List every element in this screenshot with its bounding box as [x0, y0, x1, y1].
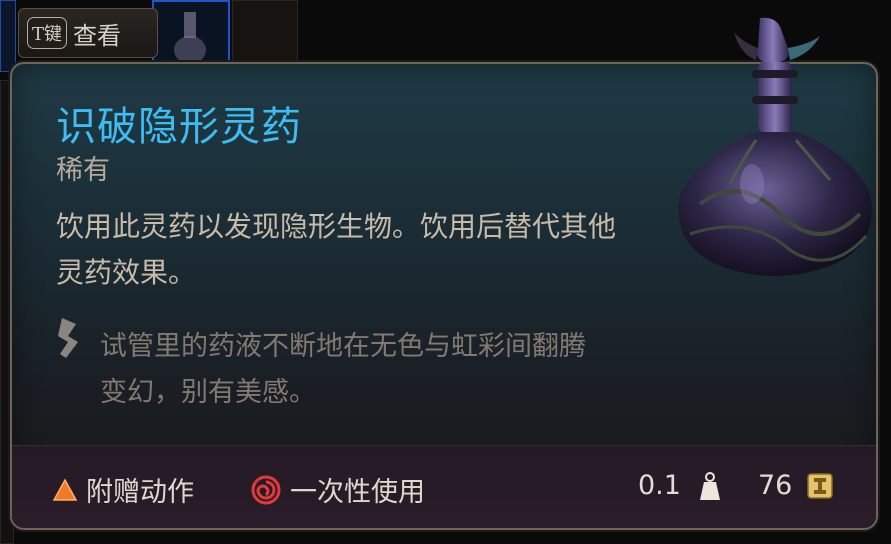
red-spiral-icon [251, 475, 281, 504]
inventory-slot[interactable] [0, 0, 16, 72]
item-flavor-text: 试管里的药液不断地在无色与虹彩间翻腾变幻，别有美感。 [100, 331, 586, 408]
single-use-label: 一次性使用 [290, 477, 425, 508]
item-footer: 附赠动作 一次性使用 0.1 76 [12, 445, 876, 528]
inventory-slot-selected[interactable] [152, 0, 230, 70]
weight-icon [700, 472, 720, 500]
examine-label: 查看 [73, 21, 122, 50]
gold-value: 76 [758, 470, 793, 501]
t-key-icon: T键 [27, 17, 68, 49]
item-description: 饮用此灵药以发现隐形生物。饮用后替代其他灵药效果。 [56, 210, 617, 289]
bonus-action-tag: 附赠动作 [52, 470, 194, 509]
weight-value: 0.1 [638, 470, 681, 501]
item-rarity: 稀有 [56, 155, 110, 186]
gold-coin-icon [807, 473, 833, 499]
potion-bottle-icon [678, 17, 872, 276]
quill-icon [58, 318, 78, 358]
bonus-action-label: 附赠动作 [86, 477, 194, 508]
single-use-tag: 一次性使用 [250, 470, 425, 509]
orange-triangle-icon [52, 477, 78, 501]
potion-thumbnail-icon [174, 12, 206, 64]
inventory-slot[interactable] [232, 0, 298, 68]
item-name: 识破隐形灵药 [56, 104, 302, 150]
examine-hint[interactable]: T键 查看 [18, 8, 158, 58]
